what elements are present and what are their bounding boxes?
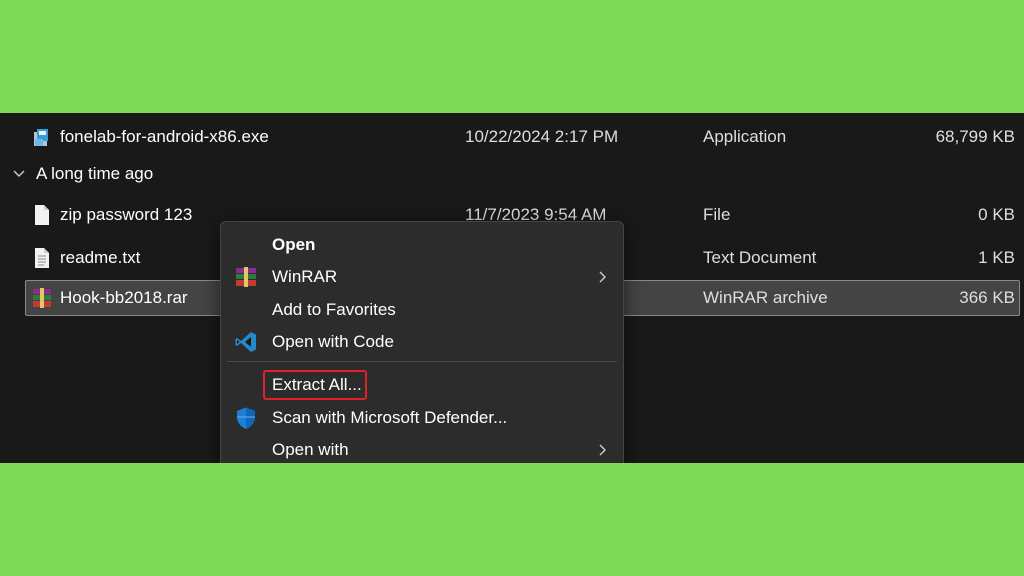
group-header-label: A long time ago: [36, 164, 154, 183]
menu-item-open-with[interactable]: Open with: [221, 433, 623, 464]
menu-separator: [227, 361, 617, 362]
file-size: 366 KB: [959, 288, 1015, 307]
menu-item-label: Scan with Microsoft Defender...: [272, 407, 508, 427]
file-date: 10/22/2024 2:17 PM: [465, 127, 619, 146]
menu-item-open-with-code[interactable]: Open with Code: [221, 325, 623, 358]
file-name: fonelab-for-android-x86.exe: [60, 127, 269, 146]
menu-item-open[interactable]: Open: [221, 228, 623, 261]
file-type: Application: [703, 127, 787, 146]
background-band: [0, 463, 1024, 576]
file-name: readme.txt: [60, 248, 141, 267]
file-icon: [35, 205, 49, 225]
file-size: 0 KB: [978, 205, 1015, 224]
file-name: Hook-bb2018.rar: [60, 288, 188, 307]
menu-item-label: Open: [272, 234, 316, 254]
menu-item-label: Add to Favorites: [272, 299, 396, 319]
winrar-icon: [236, 266, 256, 287]
file-type: File: [703, 205, 731, 224]
chevron-right-icon: [599, 444, 606, 455]
file-type: WinRAR archive: [703, 288, 828, 307]
menu-item-label: Open with Code: [272, 331, 394, 351]
text-file-icon: [35, 248, 49, 268]
installer-icon: [34, 129, 48, 146]
group-header[interactable]: A long time ago: [0, 155, 400, 193]
file-size: 68,799 KB: [935, 127, 1015, 146]
file-name: zip password 123: [60, 205, 193, 224]
defender-shield-icon: [237, 407, 255, 429]
menu-item-label: Open with: [272, 439, 349, 459]
annotation-highlight-box: [263, 370, 367, 400]
context-menu: Open WinRAR Add to Favorites Open with C…: [220, 221, 624, 481]
menu-item-winrar[interactable]: WinRAR: [221, 260, 623, 293]
chevron-right-icon: [599, 271, 606, 282]
chevron-down-icon: [13, 170, 25, 177]
winrar-icon: [33, 288, 51, 308]
menu-item-label: WinRAR: [272, 266, 338, 286]
file-row[interactable]: fonelab-for-android-x86.exe 10/22/2024 2…: [0, 117, 1024, 157]
menu-item-add-to-favorites[interactable]: Add to Favorites: [221, 293, 623, 326]
file-size: 1 KB: [978, 248, 1015, 267]
menu-item-scan-defender[interactable]: Scan with Microsoft Defender...: [221, 401, 623, 434]
file-type: Text Document: [703, 248, 817, 267]
vscode-icon: [235, 331, 256, 352]
